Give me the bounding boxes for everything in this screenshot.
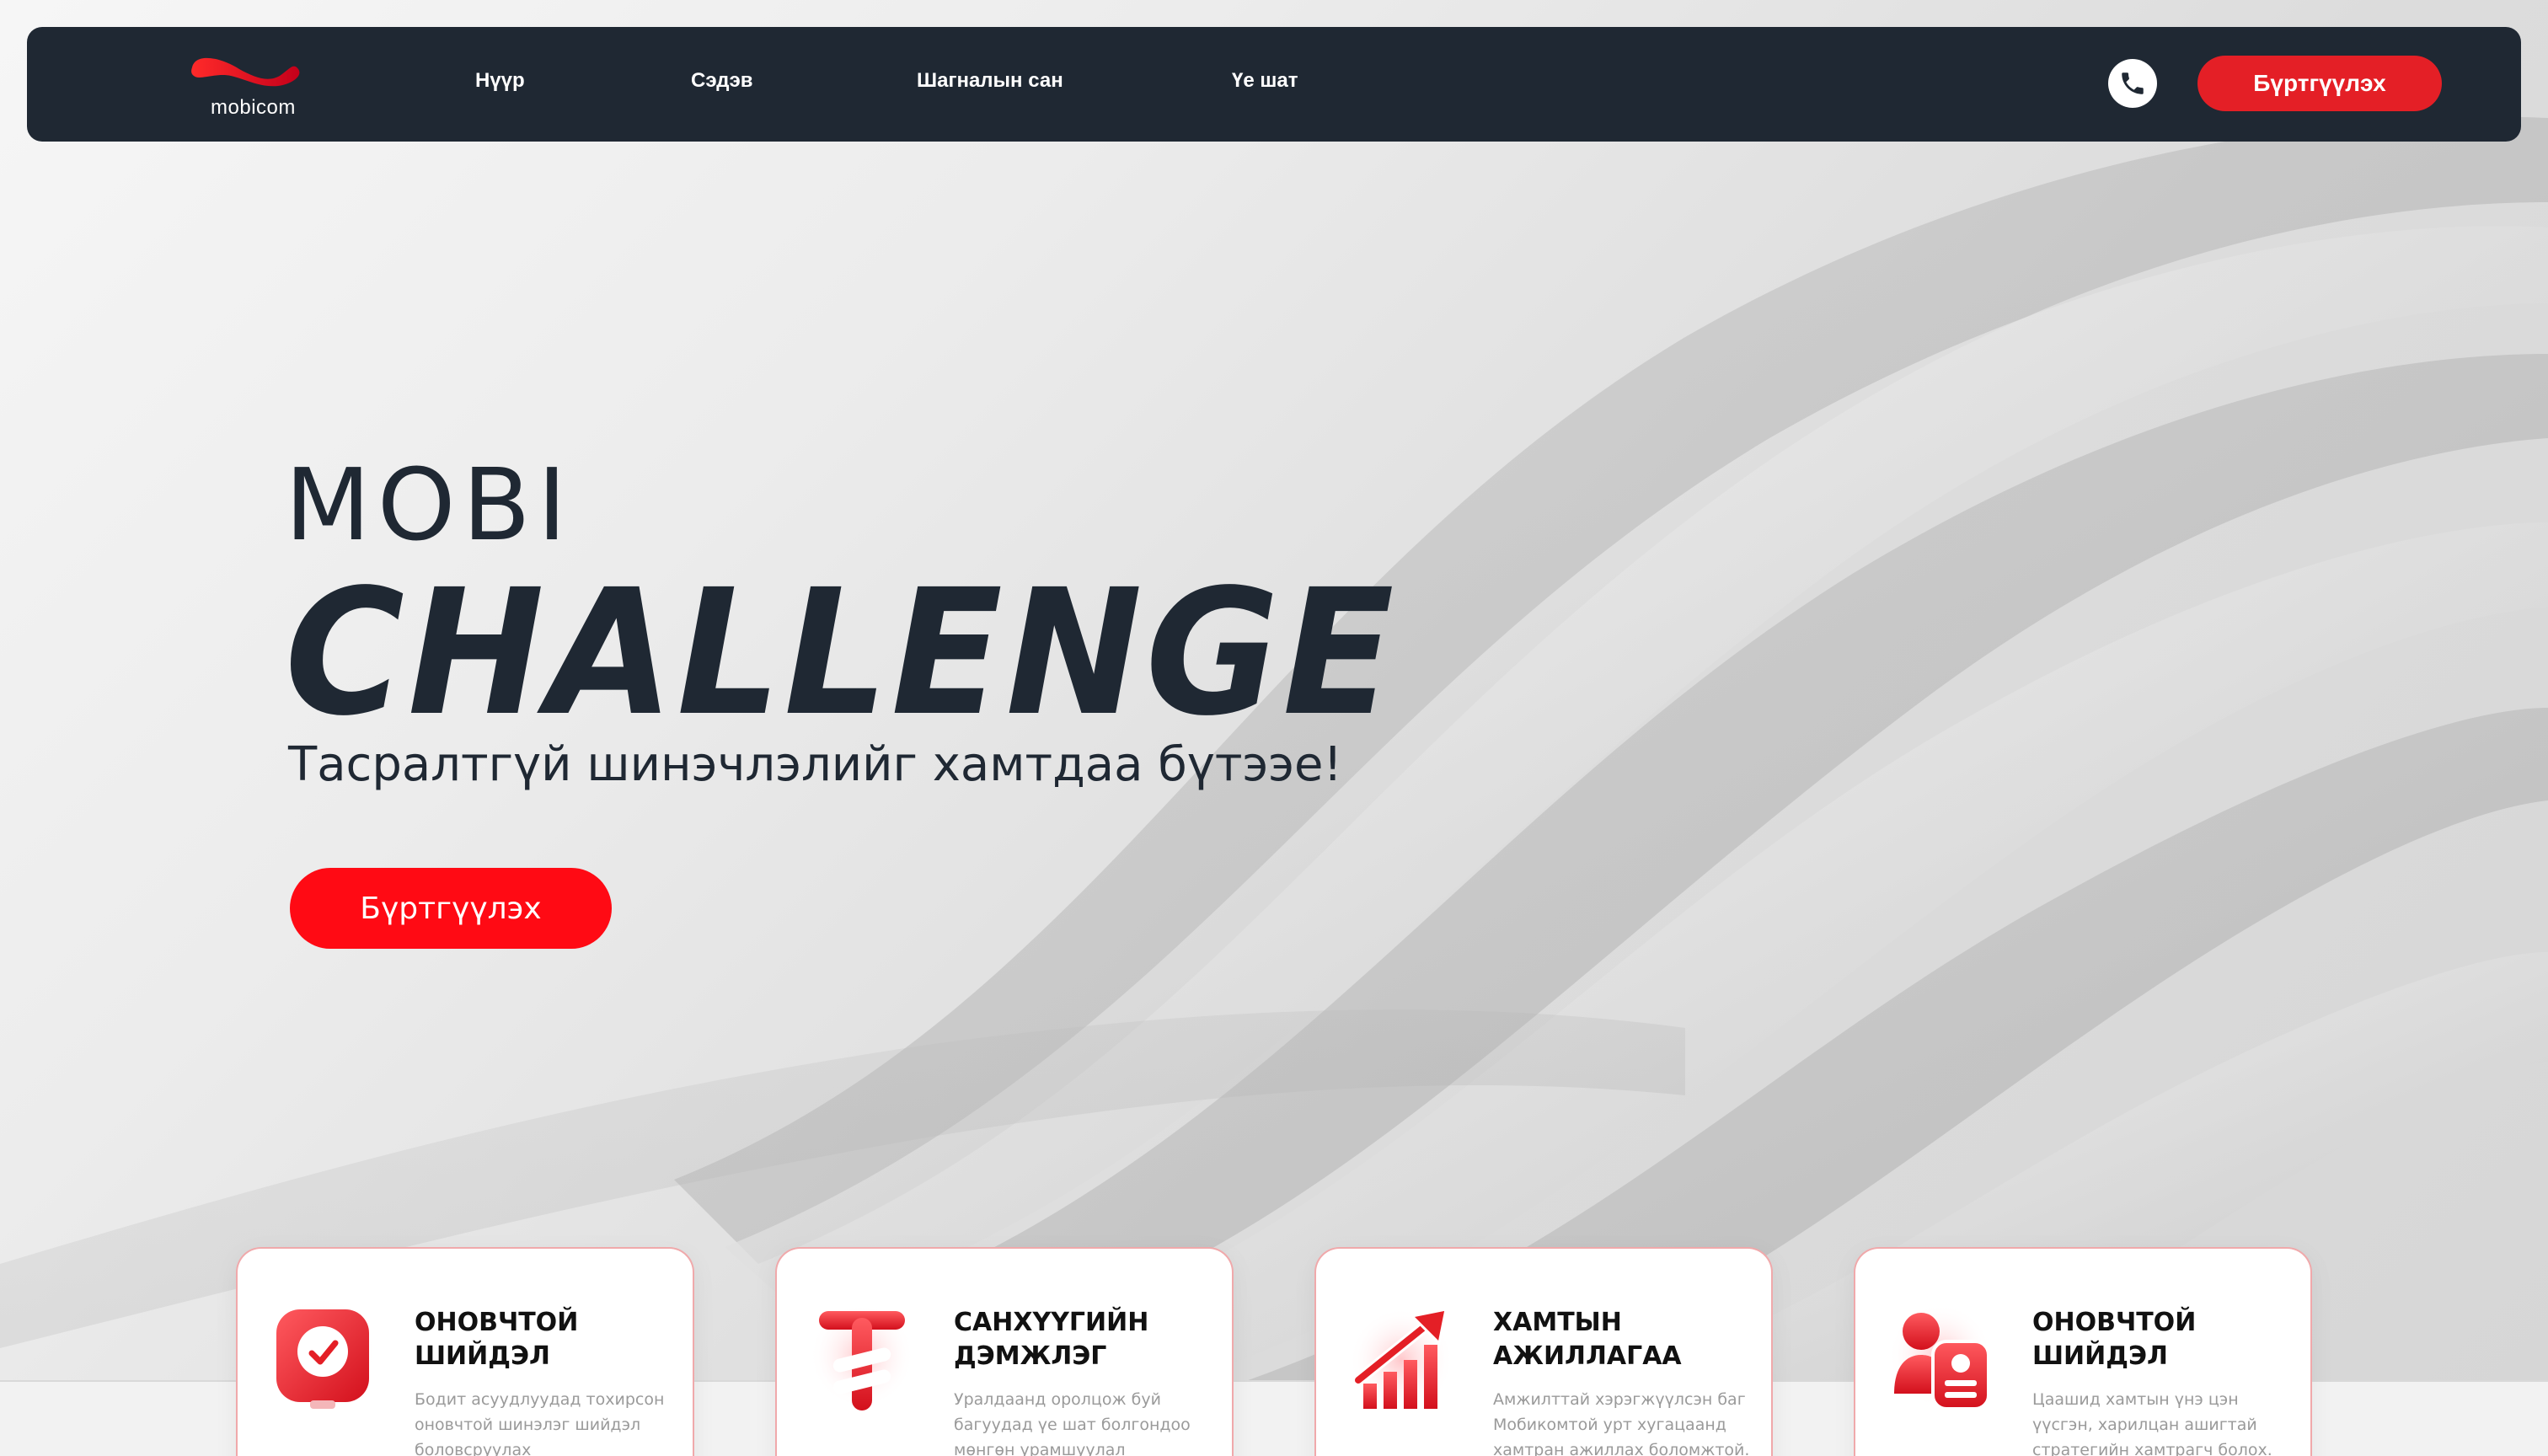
hero-title-mobi: MOBI xyxy=(285,447,574,563)
card-title: САНХҮҮГИЙН ДЭМЖЛЭГ xyxy=(954,1308,1149,1371)
card-title: ХАМТЫН АЖИЛЛАГАА xyxy=(1493,1308,1682,1371)
mobicom-logo[interactable]: mobicom xyxy=(187,51,313,123)
mobicom-logo-mark-icon xyxy=(191,57,300,87)
hero-title-challenge: CHALLENGE xyxy=(285,552,1398,754)
nav-item-stages[interactable]: Үе шат xyxy=(1232,69,1298,93)
card-description: Амжилттай хэрэгжүүлсэн баг Мобикомтой ур… xyxy=(1493,1390,1750,1456)
card-description: Цаашид хамтын үнэ цэн үүсгэн, харилцан а… xyxy=(2032,1390,2272,1456)
person-card-icon xyxy=(1886,1293,1995,1419)
feature-card-optimal-solution[interactable]: ОНОВЧТОЙ ШИЙДЭЛ Бодит асуудлуудад тохирс… xyxy=(236,1247,694,1456)
tugrik-icon xyxy=(807,1293,917,1419)
card-title: ОНОВЧТОЙ ШИЙДЭЛ xyxy=(415,1308,579,1371)
solution-bulb-icon xyxy=(268,1293,377,1419)
growth-chart-icon xyxy=(1346,1293,1456,1419)
card-description: Уралдаанд оролцож буй багуудад үе шат бо… xyxy=(954,1390,1191,1456)
hero-register-button[interactable]: Бүртгүүлэх xyxy=(290,868,612,949)
feature-card-cooperation[interactable]: ХАМТЫН АЖИЛЛАГАА Амжилттай хэрэгжүүлсэн … xyxy=(1314,1247,1773,1456)
logo-text: mobicom xyxy=(211,96,296,119)
feature-card-financial-support[interactable]: САНХҮҮГИЙН ДЭМЖЛЭГ Уралдаанд оролцож буй… xyxy=(775,1247,1234,1456)
hero-tagline: Тасралтгүй шинэчлэлийг хамтдаа бүтээе! xyxy=(288,737,1342,792)
nav-item-prize-pool[interactable]: Шагналын сан xyxy=(917,69,1063,93)
nav-item-home[interactable]: Нүүр xyxy=(475,69,525,93)
card-description: Бодит асуудлуудад тохирсон оновчтой шинэ… xyxy=(415,1390,665,1456)
nav-item-topics[interactable]: Сэдэв xyxy=(691,69,753,93)
nav-register-button[interactable]: Бүртгүүлэх xyxy=(2197,56,2442,111)
phone-button[interactable] xyxy=(2108,59,2157,108)
feature-card-partnership[interactable]: ОНОВЧТОЙ ШИЙДЭЛ Цаашид хамтын үнэ цэн үү… xyxy=(1854,1247,2312,1456)
phone-icon xyxy=(2122,72,2144,94)
top-navbar: mobicom Нүүр Сэдэв Шагналын сан Үе шат Б… xyxy=(27,27,2521,142)
card-title: ОНОВЧТОЙ ШИЙДЭЛ xyxy=(2032,1308,2197,1371)
